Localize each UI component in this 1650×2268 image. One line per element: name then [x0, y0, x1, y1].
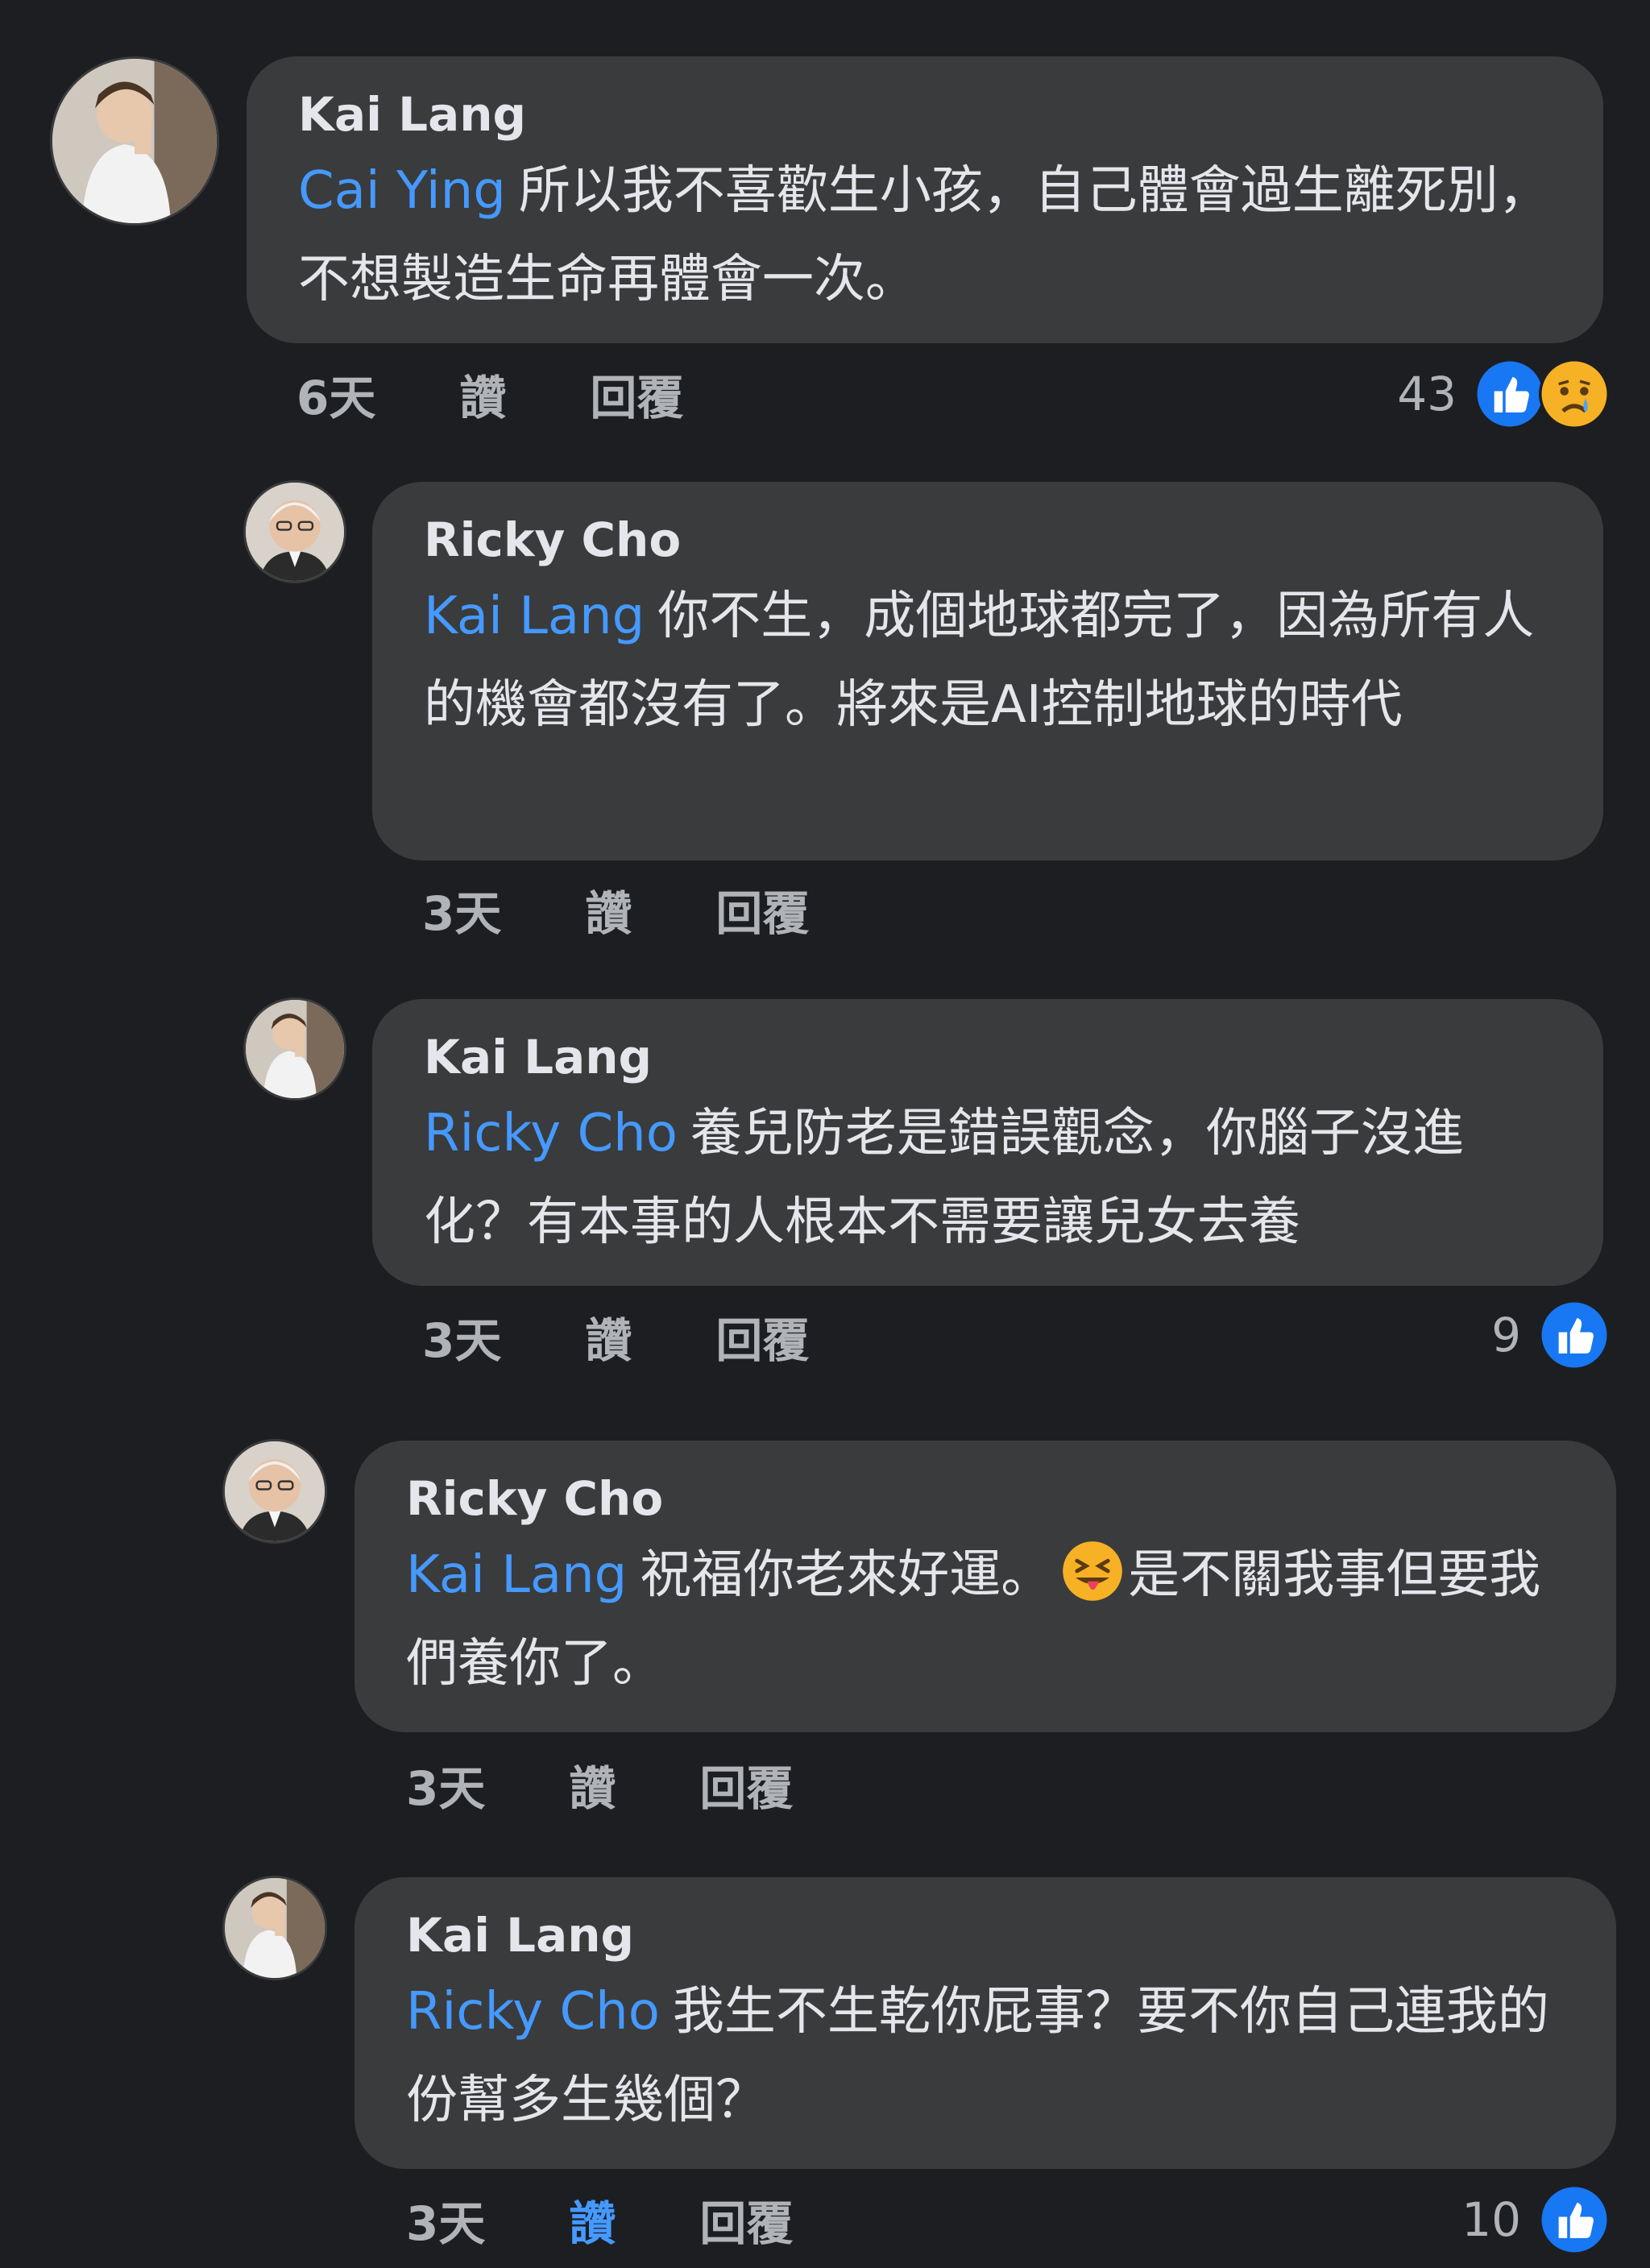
- timestamp[interactable]: 3天: [406, 2191, 485, 2256]
- timestamp[interactable]: 3天: [406, 1756, 485, 1821]
- avatar[interactable]: [243, 997, 346, 1101]
- timestamp[interactable]: 6天: [296, 366, 375, 430]
- comment-actions: 3天 讚 回覆: [422, 1308, 809, 1373]
- like-icon: [1474, 359, 1545, 429]
- reaction-summary[interactable]: 10: [1461, 2183, 1610, 2256]
- reaction-count: 43: [1397, 367, 1457, 421]
- comment-body-part-1: 祝福你老來好運。: [640, 1545, 1053, 1605]
- young-man-avatar-icon: [52, 59, 217, 223]
- sad-icon: [1539, 359, 1610, 429]
- older-man-avatar-icon: [246, 483, 344, 581]
- mention-link[interactable]: Cai Ying: [298, 161, 506, 221]
- squinting-tongue-emoji-icon: [1060, 1539, 1125, 1603]
- avatar[interactable]: [222, 1876, 327, 1980]
- avatar[interactable]: [243, 480, 346, 583]
- comment-text: Kai Lang 你不生，成個地球都完了，因為所有人的機會都沒有了。將來是AI控制…: [424, 572, 1552, 749]
- mention-link[interactable]: Kai Lang: [406, 1545, 627, 1605]
- like-button[interactable]: 讚: [585, 1308, 632, 1373]
- comment-bubble: Kai Lang Ricky Cho 我生不生乾你屁事？要不你自己連我的份幫多生幾…: [354, 1877, 1616, 2169]
- comment-text: Ricky Cho 養兒防老是錯誤觀念，你腦子沒進化？有本事的人根本不需要讓兒女去…: [424, 1089, 1552, 1267]
- like-button[interactable]: 讚: [569, 1756, 616, 1821]
- reply-button[interactable]: 回覆: [715, 881, 809, 946]
- reply-button[interactable]: 回覆: [699, 2191, 793, 2256]
- comment-author[interactable]: Ricky Cho: [424, 511, 1552, 569]
- comment-author[interactable]: Kai Lang: [298, 85, 1552, 143]
- reaction-summary[interactable]: 43: [1397, 358, 1610, 430]
- young-man-avatar-icon: [246, 1000, 344, 1098]
- timestamp[interactable]: 3天: [422, 1308, 501, 1373]
- timestamp[interactable]: 3天: [422, 881, 501, 946]
- like-button[interactable]: 讚: [569, 2191, 616, 2256]
- comment-actions: 3天 讚 回覆: [422, 881, 809, 946]
- reaction-count: 9: [1491, 1308, 1521, 1362]
- comment-bubble: Kai Lang Cai Ying 所以我不喜歡生小孩，自己體會過生離死別，不想製…: [247, 56, 1603, 343]
- like-icon: [1539, 2184, 1610, 2255]
- reply-button[interactable]: 回覆: [699, 1756, 793, 1821]
- young-man-avatar-icon: [225, 1878, 325, 1978]
- older-man-avatar-icon: [225, 1441, 325, 1541]
- mention-link[interactable]: Ricky Cho: [424, 1104, 678, 1163]
- comment-author[interactable]: Kai Lang: [406, 1906, 1565, 1964]
- like-button[interactable]: 讚: [459, 366, 506, 430]
- comment-text: Cai Ying 所以我不喜歡生小孩，自己體會過生離死別，不想製造生命再體會一次。: [298, 147, 1552, 324]
- comment-actions: 6天 讚 回覆: [296, 366, 683, 430]
- like-icon: [1539, 1300, 1610, 1370]
- comment-bubble: Ricky Cho Kai Lang 祝福你老來好運。 是不關我事但要我們養你了。: [354, 1441, 1616, 1732]
- comment-actions: 3天 讚 回覆: [406, 1756, 793, 1821]
- comment-author[interactable]: Kai Lang: [424, 1028, 1552, 1086]
- comment-bubble: Ricky Cho Kai Lang 你不生，成個地球都完了，因為所有人的機會都沒…: [372, 482, 1603, 860]
- mention-link[interactable]: Kai Lang: [424, 587, 645, 646]
- avatar[interactable]: [222, 1439, 327, 1544]
- reaction-count: 10: [1461, 2192, 1521, 2247]
- mention-link[interactable]: Ricky Cho: [406, 1982, 660, 2042]
- avatar[interactable]: [50, 56, 219, 226]
- like-button[interactable]: 讚: [585, 881, 632, 946]
- reply-button[interactable]: 回覆: [715, 1308, 809, 1373]
- reply-button[interactable]: 回覆: [590, 366, 683, 430]
- comment-bubble: Kai Lang Ricky Cho 養兒防老是錯誤觀念，你腦子沒進化？有本事的人…: [372, 999, 1603, 1286]
- comment-text: Ricky Cho 我生不生乾你屁事？要不你自己連我的份幫多生幾個？: [406, 1967, 1565, 2145]
- reaction-summary[interactable]: 9: [1491, 1299, 1610, 1371]
- comment-actions: 3天 讚 回覆: [406, 2191, 793, 2256]
- comment-author[interactable]: Ricky Cho: [406, 1470, 1565, 1528]
- comment-text: Kai Lang 祝福你老來好運。 是不關我事但要我們養你了。: [406, 1531, 1565, 1708]
